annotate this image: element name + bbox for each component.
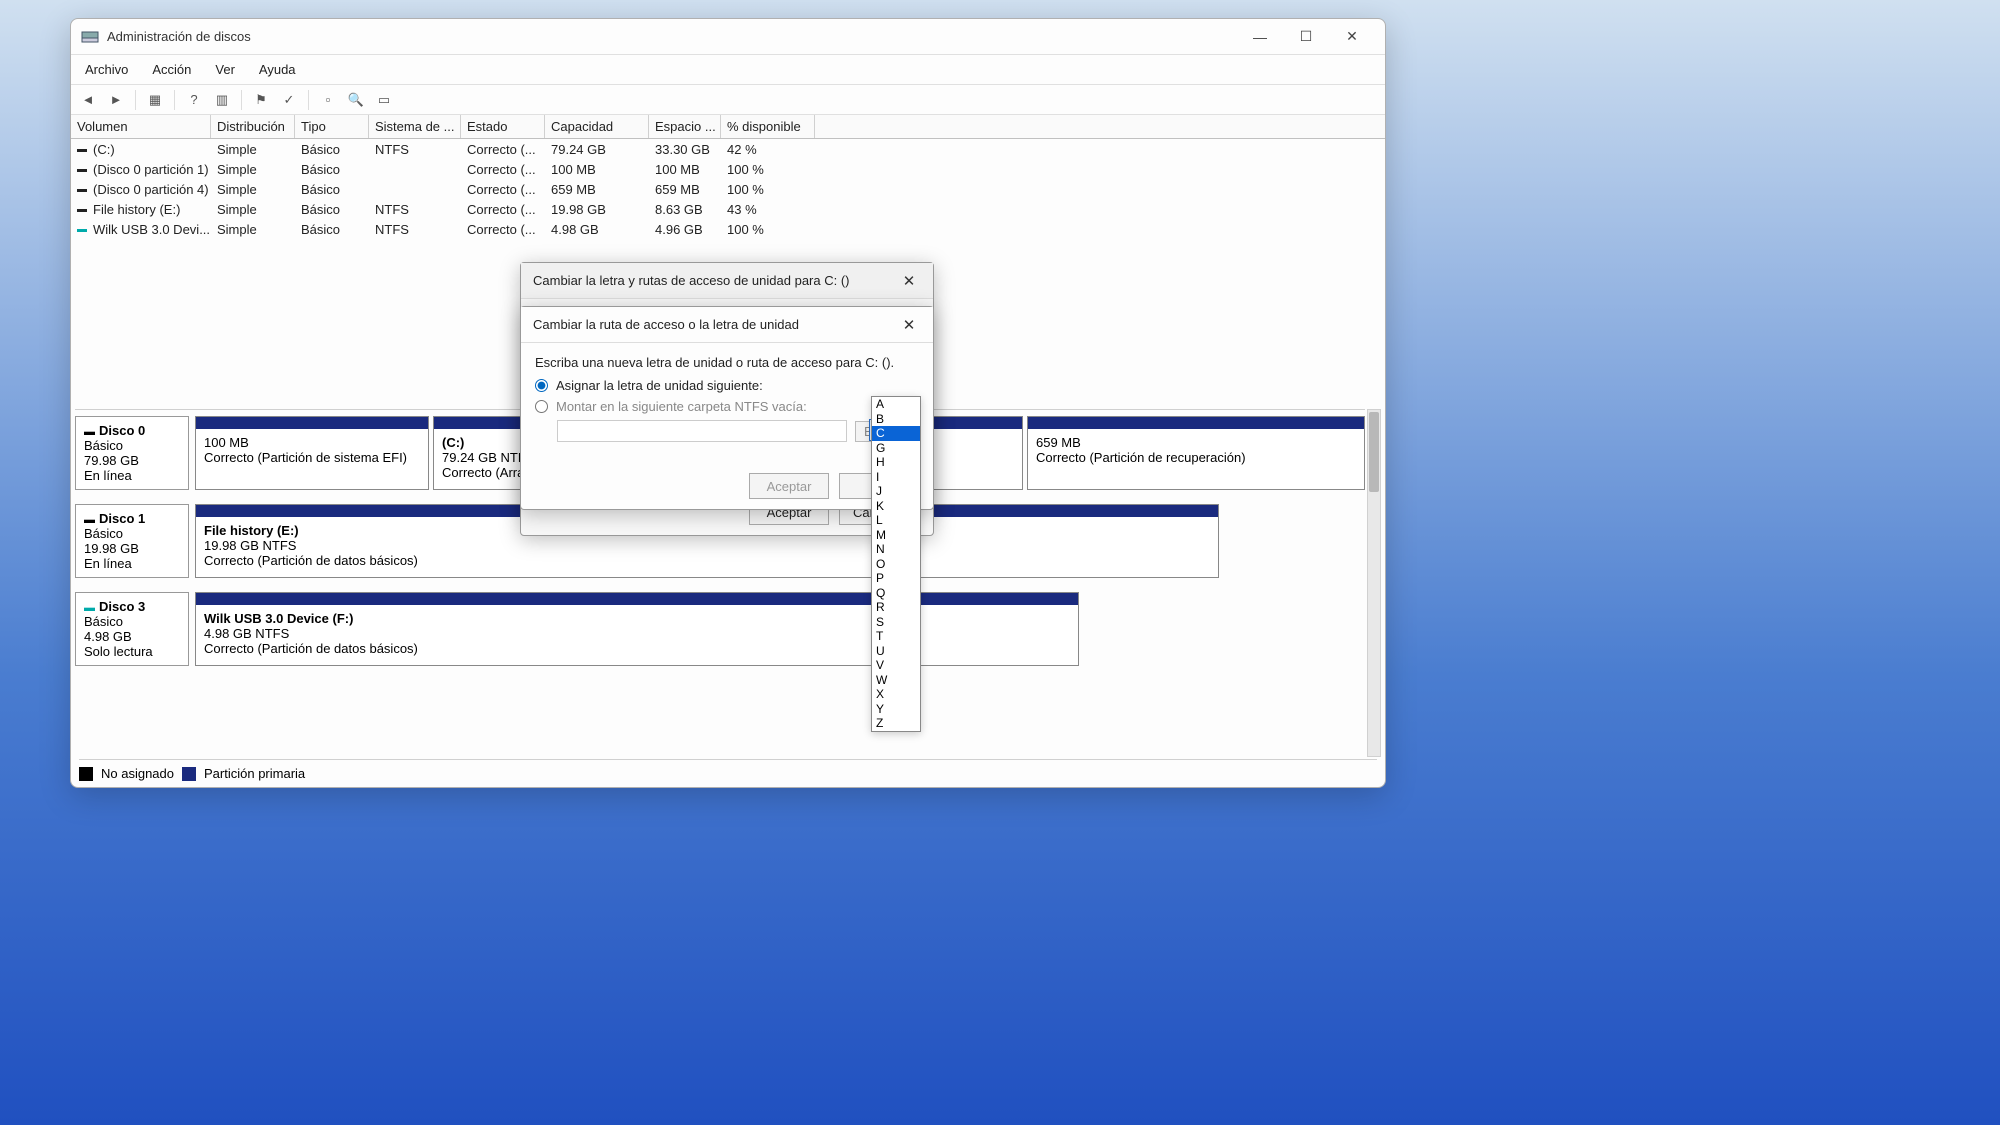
grid-icon[interactable]: ▦ <box>144 89 166 111</box>
dropdown-option[interactable]: T <box>872 629 920 644</box>
dropdown-option[interactable]: N <box>872 542 920 557</box>
table-row[interactable]: ▬Wilk USB 3.0 Devi... SimpleBásicoNTFSCo… <box>71 219 1385 239</box>
dropdown-option[interactable]: K <box>872 499 920 514</box>
dropdown-option[interactable]: G <box>872 441 920 456</box>
dropdown-option[interactable]: O <box>872 557 920 572</box>
dialog-title: Cambiar la letra y rutas de acceso de un… <box>533 273 897 288</box>
dropdown-option[interactable]: Y <box>872 702 920 717</box>
dropdown-option[interactable]: I <box>872 470 920 485</box>
col-disponible[interactable]: % disponible <box>721 115 815 138</box>
dialog-title: Cambiar la ruta de acceso o la letra de … <box>533 317 897 332</box>
flag-icon[interactable]: ⚑ <box>250 89 272 111</box>
partition[interactable]: 659 MBCorrecto (Partición de recuperació… <box>1027 416 1365 490</box>
check-icon[interactable]: ✓ <box>278 89 300 111</box>
radio-assign-letter[interactable]: Asignar la letra de unidad siguiente: <box>535 378 919 393</box>
table-row[interactable]: ▬(Disco 0 partición 4) SimpleBásicoCorre… <box>71 179 1385 199</box>
usb-disk-icon: ▬ <box>84 602 95 614</box>
titlebar: Administración de discos — ☐ ✕ <box>71 19 1385 55</box>
dropdown-option[interactable]: R <box>872 600 920 615</box>
col-sistema[interactable]: Sistema de ... <box>369 115 461 138</box>
col-tipo[interactable]: Tipo <box>295 115 369 138</box>
close-icon[interactable]: ✕ <box>897 313 921 337</box>
minimize-button[interactable]: — <box>1237 21 1283 53</box>
col-capacidad[interactable]: Capacidad <box>545 115 649 138</box>
menu-ayuda[interactable]: Ayuda <box>253 58 302 81</box>
dropdown-option[interactable]: Q <box>872 586 920 601</box>
table-row[interactable]: ▬File history (E:) SimpleBásicoNTFSCorre… <box>71 199 1385 219</box>
app-icon <box>81 29 99 45</box>
dropdown-option[interactable]: C <box>872 426 920 441</box>
table-row[interactable]: ▬(C:) SimpleBásicoNTFSCorrecto (...79.24… <box>71 139 1385 159</box>
add-icon[interactable]: ▫ <box>317 89 339 111</box>
drive-icon: ▬ <box>77 184 87 195</box>
menu-archivo[interactable]: Archivo <box>79 58 134 81</box>
dropdown-option[interactable]: V <box>872 658 920 673</box>
menubar: Archivo Acción Ver Ayuda <box>71 55 1385 85</box>
aceptar-button[interactable]: Aceptar <box>749 473 829 499</box>
disk-icon: ▬ <box>84 426 95 438</box>
disk-label[interactable]: ▬Disco 0 Básico 79.98 GB En línea <box>75 416 189 490</box>
dropdown-option[interactable]: J <box>872 484 920 499</box>
dropdown-option[interactable]: P <box>872 571 920 586</box>
dropdown-option[interactable]: H <box>872 455 920 470</box>
menu-ver[interactable]: Ver <box>209 58 241 81</box>
legend-swatch-unassigned <box>79 767 93 781</box>
maximize-button[interactable]: ☐ <box>1283 21 1329 53</box>
mount-path-input[interactable] <box>557 420 847 442</box>
dropdown-option[interactable]: B <box>872 412 920 427</box>
col-estado[interactable]: Estado <box>461 115 545 138</box>
drive-icon: ▬ <box>77 164 87 175</box>
disk-icon: ▬ <box>84 514 95 526</box>
dialog-prompt: Escriba una nueva letra de unidad o ruta… <box>535 355 919 370</box>
drive-icon: ▬ <box>77 204 87 215</box>
forward-icon[interactable]: ► <box>105 89 127 111</box>
legend-swatch-primary <box>182 767 196 781</box>
dropdown-option[interactable]: M <box>872 528 920 543</box>
close-button[interactable]: ✕ <box>1329 21 1375 53</box>
menu-accion[interactable]: Acción <box>146 58 197 81</box>
legend: No asignado Partición primaria <box>79 759 1377 781</box>
props-icon[interactable]: ▭ <box>373 89 395 111</box>
table-row[interactable]: ▬(Disco 0 partición 1) SimpleBásicoCorre… <box>71 159 1385 179</box>
vertical-scrollbar[interactable] <box>1367 409 1381 757</box>
help-icon[interactable]: ? <box>183 89 205 111</box>
back-icon[interactable]: ◄ <box>77 89 99 111</box>
dropdown-option[interactable]: L <box>872 513 920 528</box>
drive-icon: ▬ <box>77 144 87 155</box>
disk-label[interactable]: ▬Disco 3 Básico 4.98 GB Solo lectura <box>75 592 189 666</box>
usb-icon: ▬ <box>77 224 87 235</box>
radio-mount-folder[interactable]: Montar en la siguiente carpeta NTFS vací… <box>535 399 919 414</box>
close-icon[interactable]: ✕ <box>897 269 921 293</box>
dropdown-option[interactable]: S <box>872 615 920 630</box>
col-distribucion[interactable]: Distribución <box>211 115 295 138</box>
window-title: Administración de discos <box>107 29 1237 44</box>
dropdown-option[interactable]: U <box>872 644 920 659</box>
volume-table: ▬(C:) SimpleBásicoNTFSCorrecto (...79.24… <box>71 139 1385 239</box>
find-icon[interactable]: 🔍 <box>345 89 367 111</box>
col-volumen[interactable]: Volumen <box>71 115 211 138</box>
volume-table-header: Volumen Distribución Tipo Sistema de ...… <box>71 115 1385 139</box>
disk-label[interactable]: ▬Disco 1 Básico 19.98 GB En línea <box>75 504 189 578</box>
toolbar: ◄ ► ▦ ? ▥ ⚑ ✓ ▫ 🔍 ▭ <box>71 85 1385 115</box>
drive-letter-dropdown[interactable]: ABCGHIJKLMNOPQRSTUVWXYZ <box>871 396 921 732</box>
col-espacio[interactable]: Espacio ... <box>649 115 721 138</box>
calendar-icon[interactable]: ▥ <box>211 89 233 111</box>
dropdown-option[interactable]: Z <box>872 716 920 731</box>
dropdown-option[interactable]: X <box>872 687 920 702</box>
dropdown-option[interactable]: A <box>872 397 920 412</box>
dropdown-option[interactable]: W <box>872 673 920 688</box>
partition[interactable]: 100 MBCorrecto (Partición de sistema EFI… <box>195 416 429 490</box>
partition[interactable]: Wilk USB 3.0 Device (F:)4.98 GB NTFSCorr… <box>195 592 1079 666</box>
disk-row: ▬Disco 3 Básico 4.98 GB Solo lectura Wil… <box>75 592 1365 666</box>
